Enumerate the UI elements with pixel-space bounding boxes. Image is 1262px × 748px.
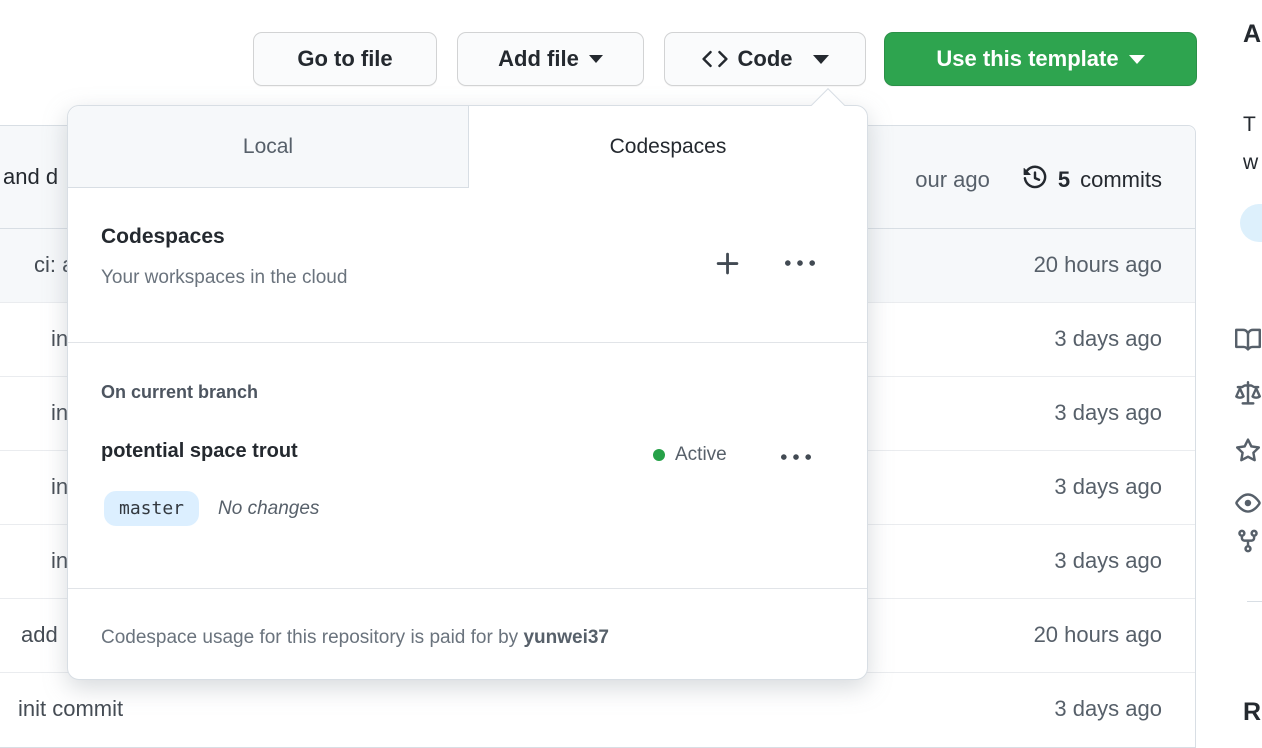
row-date: 3 days ago — [1054, 474, 1162, 499]
latest-commit-message[interactable]: and d — [3, 164, 58, 190]
code-label: Code — [737, 46, 793, 71]
go-to-file-button[interactable]: Go to file — [253, 32, 437, 86]
commits-label[interactable]: commits — [1080, 167, 1162, 193]
codespaces-heading: Codespaces — [101, 225, 225, 248]
about-heading: A — [1243, 20, 1262, 48]
tab-local[interactable]: Local — [68, 106, 469, 188]
row-date: 3 days ago — [1054, 400, 1162, 425]
law-icon — [1235, 381, 1261, 407]
code-dropdown: Local Codespaces Codespaces Your workspa… — [67, 88, 868, 680]
codespaces-subtitle: Your workspaces in the cloud — [101, 267, 348, 288]
caret-down-icon — [812, 54, 829, 64]
active-dot-icon — [653, 449, 665, 461]
tab-codespaces-label: Codespaces — [609, 135, 727, 158]
row-date: 3 days ago — [1054, 548, 1162, 573]
releases-heading: R — [1243, 698, 1262, 726]
dropdown-tabs: Local Codespaces — [68, 106, 867, 188]
caret-down-icon — [1128, 54, 1145, 64]
use-this-template-button[interactable]: Use this template — [884, 32, 1197, 86]
codespace-status: Active — [653, 444, 727, 466]
latest-commit-time: our ago — [915, 167, 990, 192]
codespace-options-button[interactable] — [776, 440, 816, 480]
topic-tag[interactable] — [1240, 204, 1262, 242]
divider — [68, 588, 867, 589]
add-file-button[interactable]: Add file — [457, 32, 644, 86]
on-current-branch-label: On current branch — [101, 382, 259, 402]
add-file-label: Add file — [498, 46, 579, 71]
caret-down-icon — [588, 55, 603, 63]
fork-icon — [1235, 528, 1261, 554]
eye-icon — [1235, 490, 1261, 516]
commit-count[interactable]: 5 — [1058, 167, 1070, 193]
status-label: Active — [675, 444, 727, 465]
row-date: 3 days ago — [1054, 326, 1162, 351]
kebab-icon — [785, 249, 815, 284]
tab-codespaces[interactable]: Codespaces — [469, 106, 867, 188]
star-icon — [1235, 438, 1261, 464]
use-template-label: Use this template — [936, 46, 1119, 71]
row-commit-message[interactable]: init commit — [18, 696, 123, 722]
row-date: 3 days ago — [1054, 696, 1162, 721]
usage-text: Codespace usage for this repository is p… — [101, 627, 524, 648]
code-button[interactable]: Code — [664, 32, 866, 86]
divider — [1247, 601, 1262, 602]
repo-description-line1: T — [1243, 113, 1256, 136]
kebab-icon — [781, 443, 811, 478]
usage-owner: yunwei37 — [523, 627, 609, 648]
divider — [68, 342, 867, 343]
code-icon — [701, 46, 728, 72]
branch-badge[interactable]: master — [104, 491, 200, 526]
new-codespace-button[interactable] — [708, 246, 748, 286]
go-to-file-label: Go to file — [297, 46, 393, 71]
row-commit-message[interactable]: add — [21, 622, 58, 648]
plus-icon — [713, 249, 743, 284]
no-changes-label: No changes — [218, 498, 320, 519]
tab-local-label: Local — [242, 134, 294, 158]
row-date: 20 hours ago — [1033, 252, 1162, 277]
usage-footer: Codespace usage for this repository is p… — [101, 627, 609, 649]
table-row[interactable]: init commit 3 days ago — [0, 673, 1195, 747]
codespaces-options-button[interactable] — [780, 246, 820, 286]
book-icon — [1235, 327, 1262, 353]
row-date: 20 hours ago — [1033, 622, 1162, 647]
history-icon — [1022, 164, 1048, 196]
codespace-name[interactable]: potential space trout — [101, 440, 298, 463]
repo-description-line2: w — [1243, 151, 1259, 174]
